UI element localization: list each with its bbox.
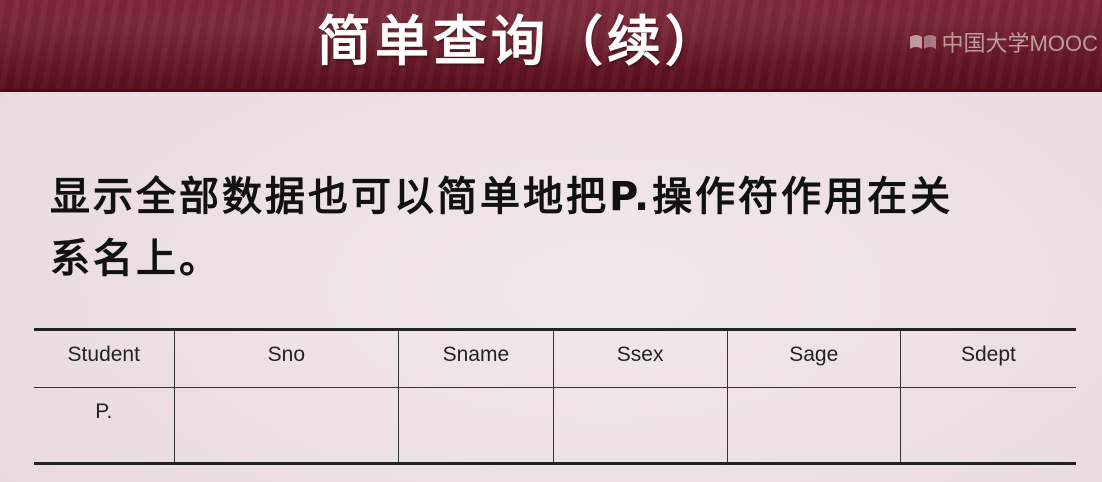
header-student: Student [67,343,140,366]
slide-title: 简单查询（续） [317,10,723,73]
header-sdept: Sdept [899,329,1076,388]
cell-student: P. [95,400,113,423]
header-sname: Sname [398,329,554,388]
banner-divider [0,89,1102,92]
body-text: 显示全部数据也可以简单地把P.操作符作用在关 系名上。 [50,166,1080,290]
cell-sage [726,387,901,464]
cell-ssex [552,387,728,464]
header-ssex: Ssex [552,329,728,388]
mooc-watermark: 中国大学MOOC [908,26,1098,58]
table-header-row: Student Sno Sname Ssex Sage Sdept [34,329,1076,388]
body-line-2: 系名上。 [50,236,222,282]
mooc-logo-icon [908,31,938,53]
table-row: P. [34,387,1076,464]
watermark-text: 中国大学MOOC [941,31,1098,56]
slide: 简单查询（续） 中国大学MOOC 显示全部数据也可以简单地把P.操作符作用在关 … [0,0,1102,482]
cell-sdept [899,387,1076,464]
body-line-1: 显示全部数据也可以简单地把P.操作符作用在关 [50,174,954,220]
header-sage: Sage [726,329,901,388]
header-sno: Sno [173,329,399,388]
title-banner: 简单查询（续） 中国大学MOOC [0,0,1102,92]
cell-sno [173,387,399,464]
qbe-table: Student Sno Sname Ssex Sage Sdept P. [34,328,1076,465]
cell-sname [398,387,554,464]
